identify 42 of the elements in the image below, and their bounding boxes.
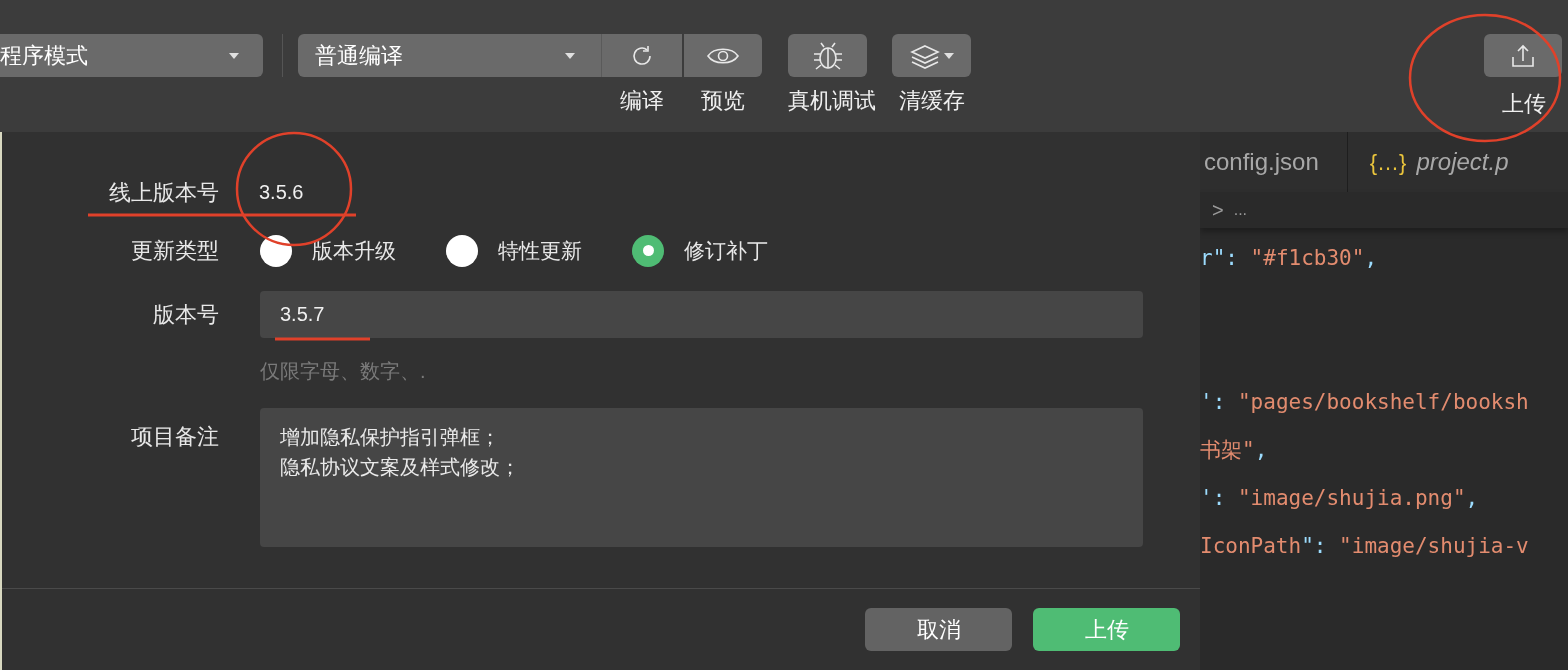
mode-select[interactable]: 程序模式 bbox=[0, 34, 263, 77]
editor-tab[interactable]: config.json bbox=[1200, 132, 1347, 192]
code-line: 书架", bbox=[1200, 437, 1268, 465]
radio-button[interactable] bbox=[446, 234, 478, 267]
compile-button[interactable] bbox=[602, 34, 682, 77]
json-icon: {…} bbox=[1369, 145, 1407, 179]
breadcrumb-separator: > bbox=[1212, 198, 1224, 223]
tool-label: 清缓存 bbox=[898, 87, 965, 115]
code-line: IconPath": "image/shujia-v bbox=[1200, 533, 1529, 561]
notes-field[interactable]: 增加隐私保护指引弹框； 隐私协议文案及样式修改； bbox=[260, 408, 1143, 547]
online-version-value: 3.5.6 bbox=[259, 180, 304, 205]
online-version-label: 线上版本号 bbox=[108, 178, 219, 207]
radio-option[interactable]: 修订补丁 bbox=[632, 234, 768, 267]
caret-icon bbox=[943, 52, 954, 59]
caret-icon bbox=[229, 52, 239, 59]
compile-mode-select[interactable]: 普通编译 bbox=[298, 34, 602, 77]
code-line: ': "image/shujia.png", bbox=[1200, 485, 1479, 513]
tool-label: 预览 bbox=[701, 87, 745, 115]
radio-option[interactable]: 特性更新 bbox=[446, 234, 582, 267]
radio-option[interactable]: 版本升级 bbox=[260, 234, 396, 267]
code-line: r": "#f1cb30", bbox=[1200, 245, 1378, 273]
radio-button[interactable] bbox=[260, 234, 292, 267]
version-field[interactable]: 3.5.7 bbox=[260, 291, 1143, 338]
version-hint: 仅限字母、数字、. bbox=[260, 359, 427, 384]
breadcrumb-text: ... bbox=[1233, 200, 1248, 220]
upload-button[interactable] bbox=[1484, 34, 1562, 77]
upload-icon bbox=[1510, 42, 1536, 69]
editor-tab[interactable]: {…} project.p bbox=[1346, 132, 1537, 192]
notes-label: 项目备注 bbox=[130, 423, 219, 451]
code-line: ': "pages/bookshelf/booksh bbox=[1200, 389, 1529, 417]
upload-label: 上传 bbox=[1502, 90, 1546, 118]
cache-button[interactable] bbox=[892, 34, 971, 77]
version-label: 版本号 bbox=[152, 301, 219, 329]
update-type-label: 更新类型 bbox=[130, 237, 219, 265]
caret-icon bbox=[565, 52, 575, 59]
preview-button[interactable] bbox=[684, 34, 762, 77]
debug-button[interactable] bbox=[788, 34, 867, 77]
tool-label: 真机调试 bbox=[788, 87, 876, 115]
layers-icon bbox=[909, 42, 940, 69]
cancel-button[interactable]: 取消 bbox=[865, 608, 1012, 651]
radio-button[interactable] bbox=[632, 234, 664, 267]
tool-label: 编译 bbox=[620, 87, 664, 115]
